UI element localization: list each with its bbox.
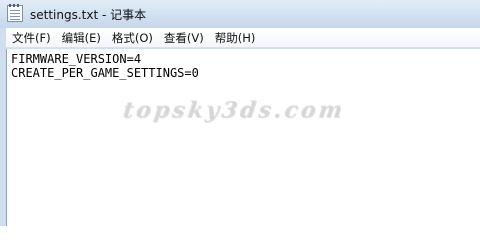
title-bar[interactable]: settings.txt - 记事本 — [0, 0, 480, 28]
editor-line: FIRMWARE_VERSION=4 — [11, 52, 142, 66]
menu-format[interactable]: 格式(O) — [106, 28, 158, 48]
watermark: topsky3ds.com — [121, 97, 347, 123]
notepad-window: settings.txt - 记事本 文件(F) 编辑(E) 格式(O) 查看(… — [0, 0, 480, 226]
menu-help[interactable]: 帮助(H) — [209, 28, 261, 48]
menu-bar: 文件(F) 编辑(E) 格式(O) 查看(V) 帮助(H) — [6, 28, 480, 48]
notepad-icon[interactable] — [7, 4, 23, 22]
menu-view[interactable]: 查看(V) — [158, 28, 209, 48]
editor-line: CREATE_PER_GAME_SETTINGS=0 — [11, 66, 199, 80]
text-editor[interactable]: FIRMWARE_VERSION=4 CREATE_PER_GAME_SETTIN… — [6, 49, 480, 226]
window-title: settings.txt - 记事本 — [30, 8, 147, 22]
menu-edit[interactable]: 编辑(E) — [56, 28, 106, 48]
menu-file[interactable]: 文件(F) — [6, 28, 56, 48]
editor-content[interactable]: FIRMWARE_VERSION=4 CREATE_PER_GAME_SETTIN… — [11, 52, 199, 80]
